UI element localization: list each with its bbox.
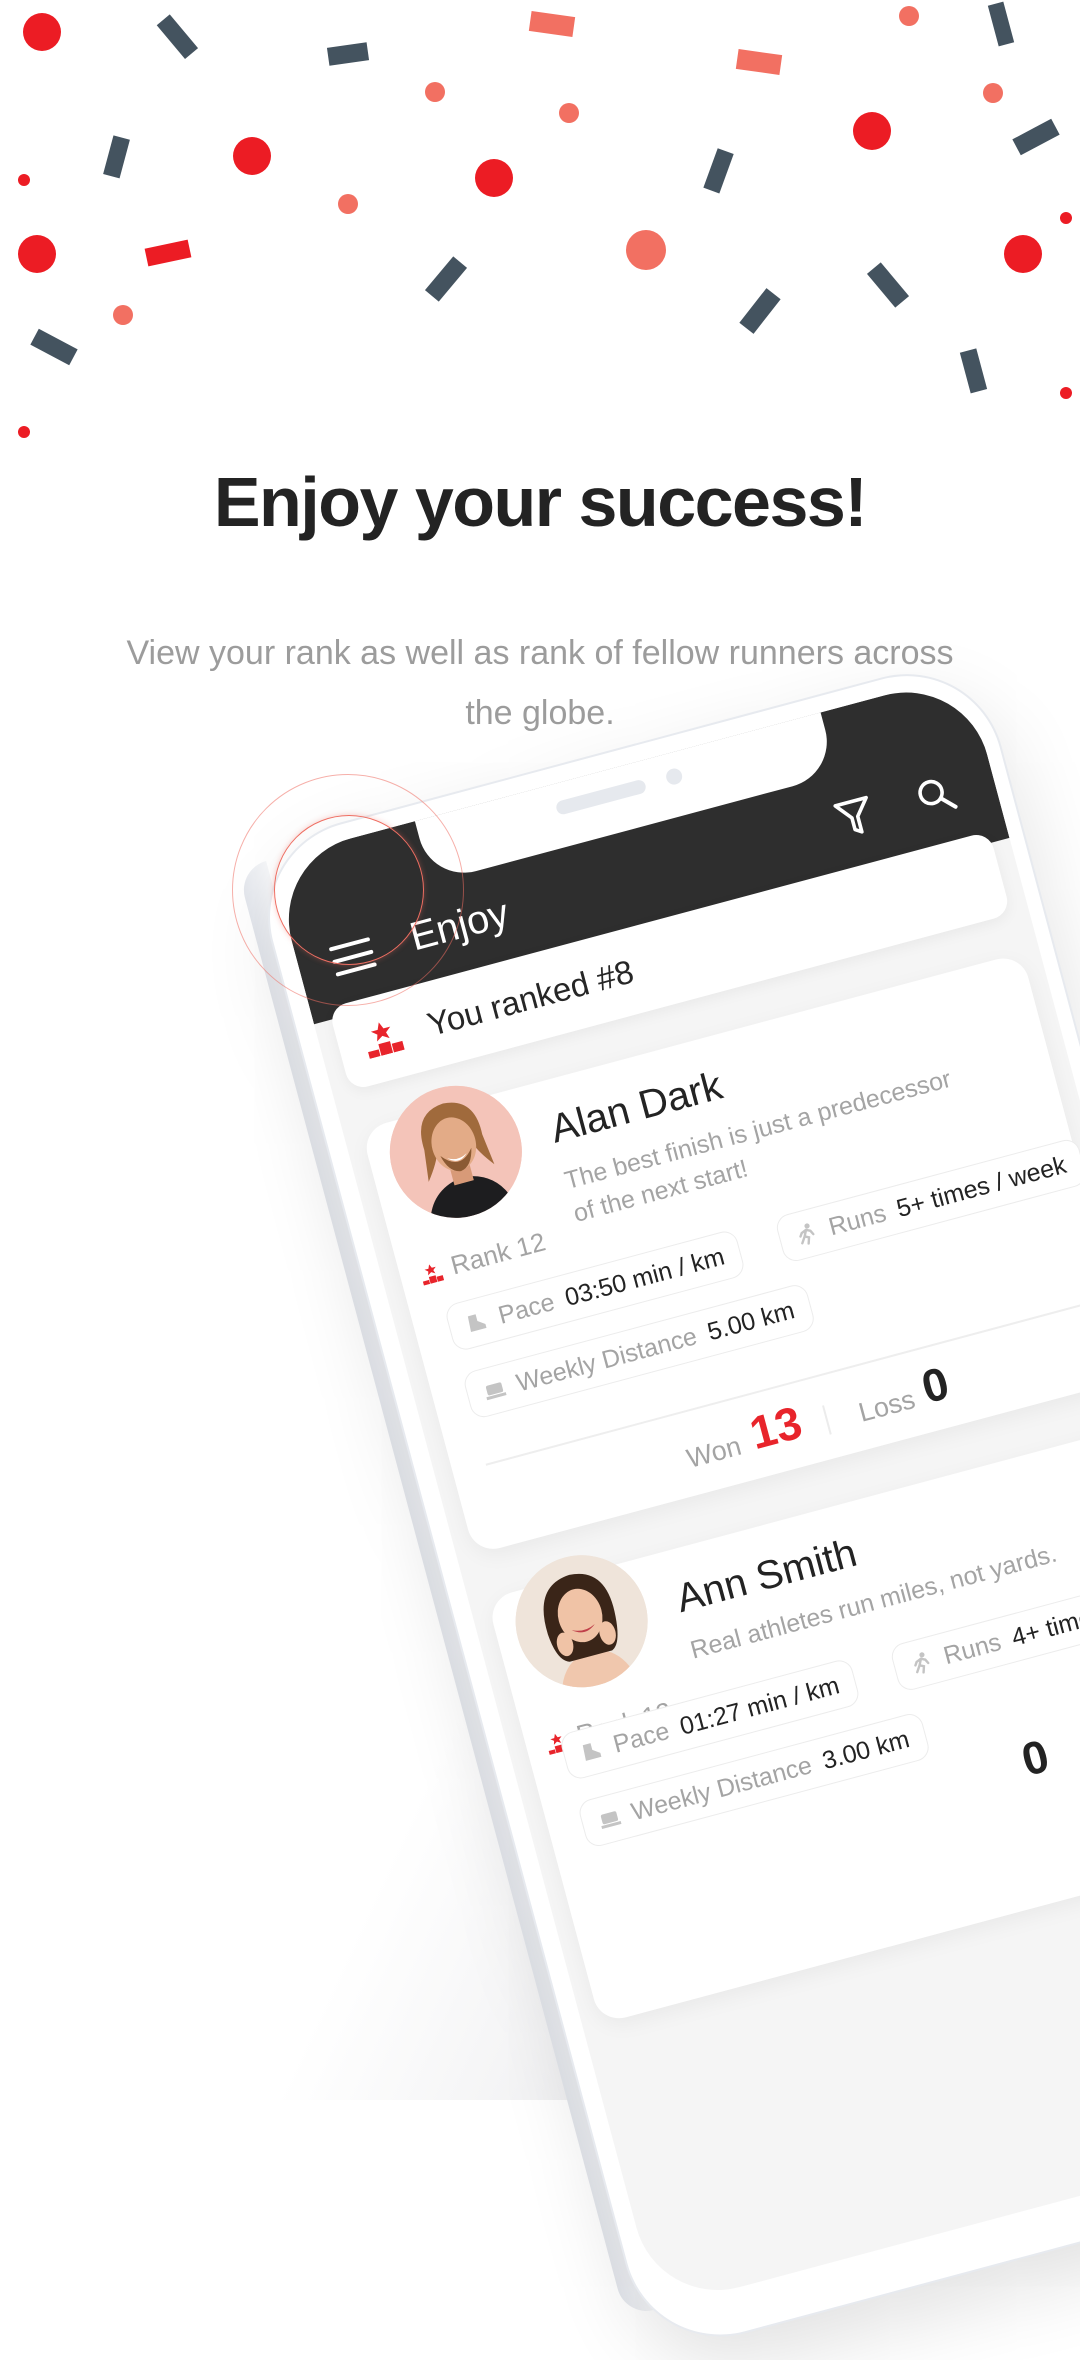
treadmill-icon [485,1382,507,1401]
won-value: 13 [744,1395,808,1460]
runner-avatar [375,1071,537,1233]
headline: Enjoy your success! [213,463,868,541]
pace-label: Pace [495,1287,558,1330]
won-label: Won [683,1430,745,1474]
pace-label: Pace [610,1716,673,1759]
search-icon[interactable] [911,771,960,820]
loss-value: 0 [916,1356,955,1414]
shoe-icon [467,1314,487,1333]
touch-ripple-inner [274,815,424,965]
loss-label: Loss [855,1384,919,1428]
distance-value: 5.00 km [704,1295,798,1346]
runner-avatar [500,1540,663,1703]
runs-label: Runs [940,1627,1005,1670]
filter-icon[interactable] [830,793,880,844]
confetti-decoration [18,1,1072,438]
pace-value: 03:50 min / km [561,1242,728,1312]
runner-rank-text: Rank 12 [447,1226,549,1281]
runner-rank: Rank 12 [416,1226,549,1289]
rank-icon [422,1264,445,1286]
runner-icon [914,1652,930,1674]
runs-label: Runs [825,1198,890,1241]
podium-icon [368,1022,405,1059]
runner-icon [799,1223,815,1245]
pace-value: 01:27 min / km [676,1670,843,1741]
won-loss-separator [822,1405,832,1435]
shoe-icon [582,1743,602,1761]
distance-label: Weekly Distance [513,1321,700,1397]
treadmill-icon [600,1811,622,1830]
runs-value: 5+ times / week [893,1150,1070,1223]
runs-value: 4+ times / week [1008,1579,1080,1652]
loss-value: 0 [1016,1729,1055,1786]
